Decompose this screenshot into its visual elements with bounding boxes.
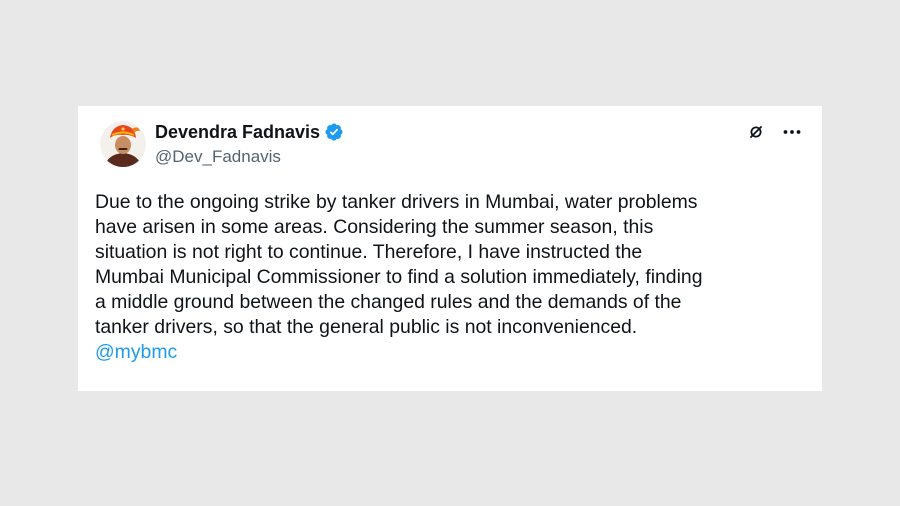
- tweet-text-line: tanker drivers, so that the general publ…: [95, 316, 638, 338]
- tweet-top-actions: [746, 122, 802, 142]
- grok-icon[interactable]: [746, 122, 766, 142]
- avatar[interactable]: [100, 121, 146, 167]
- author-name[interactable]: Devendra Fadnavis: [155, 122, 320, 143]
- tweet-card[interactable]: Devendra Fadnavis @Dev_Fadnavis Due to t…: [78, 106, 822, 391]
- author-name-row[interactable]: Devendra Fadnavis: [155, 121, 344, 143]
- tweet-text-line: have arisen in some areas. Considering t…: [95, 216, 654, 238]
- avatar-image: [100, 121, 146, 167]
- tweet-text-line: a middle ground between the changed rule…: [95, 291, 682, 313]
- author-handle[interactable]: @Dev_Fadnavis: [155, 147, 281, 167]
- tweet-text: Due to the ongoing strike by tanker driv…: [95, 190, 807, 365]
- tweet-text-line: Due to the ongoing strike by tanker driv…: [95, 191, 698, 213]
- mention-link[interactable]: @mybmc: [95, 340, 807, 365]
- tweet-text-line: Mumbai Municipal Commissioner to find a …: [95, 266, 703, 288]
- more-options-icon[interactable]: [782, 122, 802, 142]
- verified-badge-icon[interactable]: [324, 122, 344, 142]
- tweet-text-line: situation is not right to continue. Ther…: [95, 241, 643, 263]
